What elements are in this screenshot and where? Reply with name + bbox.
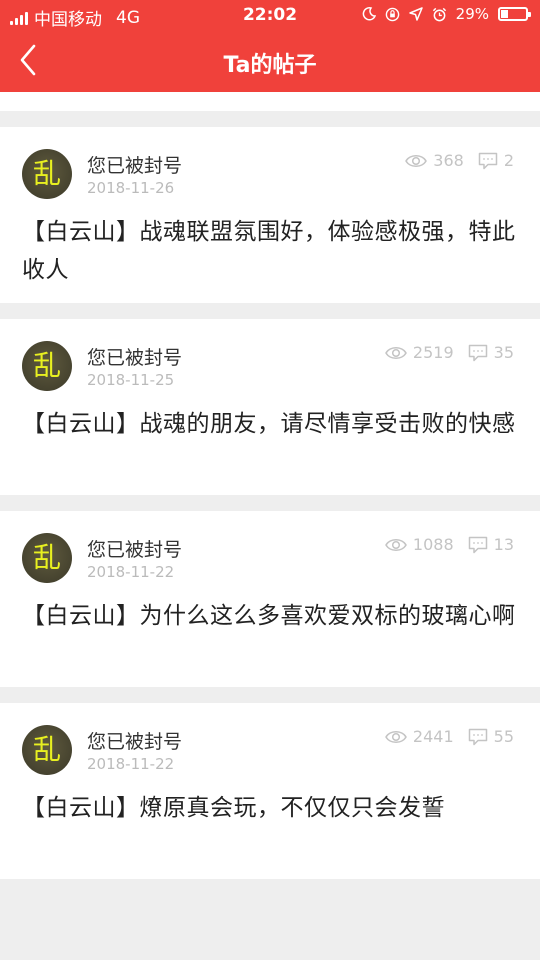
comment-icon <box>468 536 487 553</box>
author-name[interactable]: 您已被封号 <box>87 151 182 178</box>
avatar[interactable]: 乱 <box>22 341 72 391</box>
avatar-glyph: 乱 <box>32 349 61 382</box>
comment-count-group: 13 <box>468 535 514 554</box>
eye-icon <box>405 154 428 167</box>
post-card[interactable]: 乱 您已被封号 2018-11-25 2519 35 【白云山】战魂的朋友，请尽… <box>0 319 540 495</box>
avatar-glyph: 乱 <box>32 157 61 190</box>
avatar[interactable]: 乱 <box>22 149 72 199</box>
comment-icon <box>468 728 487 745</box>
view-count: 1088 <box>412 535 454 554</box>
author-name[interactable]: 您已被封号 <box>87 535 182 562</box>
post-date: 2018-11-26 <box>87 179 175 197</box>
eye-icon <box>385 346 407 359</box>
post-feed[interactable]: 乱 您已被封号 2018-11-27 【白云山】建议加强云麓输出及控制，云麓太弱… <box>0 92 540 960</box>
post-content[interactable]: 【白云山】为什么这么多喜欢爱双标的玻璃心啊 <box>22 597 520 635</box>
battery-icon <box>498 7 531 21</box>
comment-count-group: 55 <box>468 727 514 746</box>
post-card[interactable]: 乱 您已被封号 2018-11-22 1088 13 【白云山】为什么这么多喜欢… <box>0 511 540 687</box>
post-stats: 2519 35 <box>385 343 514 362</box>
comment-icon <box>468 344 487 361</box>
nav-bar: Ta的帖子 <box>0 30 540 92</box>
view-count-group: 2441 <box>385 727 454 746</box>
comment-count-group: 2 <box>478 151 514 170</box>
view-count: 2441 <box>412 727 454 746</box>
post-date: 2018-11-25 <box>87 371 175 389</box>
comment-count: 55 <box>493 727 514 746</box>
comment-icon <box>478 152 498 169</box>
post-stats: 2441 55 <box>385 727 514 746</box>
comment-count: 2 <box>503 151 514 170</box>
comment-count: 35 <box>493 343 514 362</box>
view-count-group: 1088 <box>385 535 454 554</box>
post-content[interactable]: 【白云山】建议加强云麓输出及控制，云麓太弱了 <box>22 92 520 97</box>
post-stats: 1088 13 <box>385 535 514 554</box>
post-content[interactable]: 【白云山】战魂的朋友，请尽情享受击败的快感 <box>22 405 520 443</box>
avatar-glyph: 乱 <box>32 733 61 766</box>
view-count-group: 368 <box>405 151 464 170</box>
page-title: Ta的帖子 <box>223 53 317 78</box>
status-right: 29% <box>362 5 531 23</box>
author-name[interactable]: 您已被封号 <box>87 343 182 370</box>
battery-percent: 29% <box>455 5 489 23</box>
avatar-glyph: 乱 <box>32 541 61 574</box>
view-count-group: 2519 <box>385 343 454 362</box>
location-icon <box>408 7 423 21</box>
eye-icon <box>385 538 407 551</box>
avatar[interactable]: 乱 <box>22 725 72 775</box>
post-card[interactable]: 乱 您已被封号 2018-11-22 2441 55 【白云山】燎原真会玩，不仅… <box>0 703 540 879</box>
post-content[interactable]: 【白云山】战魂联盟氛围好，体验感极强，特此收人 <box>22 213 520 289</box>
eye-icon <box>385 730 407 743</box>
post-card[interactable]: 乱 您已被封号 2018-11-26 368 2 【白云山】战魂联盟氛围好，体验… <box>0 127 540 303</box>
post-date: 2018-11-22 <box>87 755 175 773</box>
avatar[interactable]: 乱 <box>22 533 72 583</box>
comment-count-group: 35 <box>468 343 514 362</box>
post-stats: 368 2 <box>405 151 514 170</box>
view-count: 2519 <box>412 343 454 362</box>
post-card[interactable]: 乱 您已被封号 2018-11-27 【白云山】建议加强云麓输出及控制，云麓太弱… <box>0 92 540 111</box>
rotation-lock-icon <box>385 7 399 21</box>
view-count: 368 <box>433 151 464 170</box>
comment-count: 13 <box>493 535 514 554</box>
author-name[interactable]: 您已被封号 <box>87 727 182 754</box>
status-bar: 中国移动 4G 22:02 29% <box>0 0 540 30</box>
post-content[interactable]: 【白云山】燎原真会玩，不仅仅只会发誓 <box>22 789 520 827</box>
alarm-icon <box>432 7 446 21</box>
moon-icon <box>362 7 376 21</box>
post-date: 2018-11-22 <box>87 563 175 581</box>
